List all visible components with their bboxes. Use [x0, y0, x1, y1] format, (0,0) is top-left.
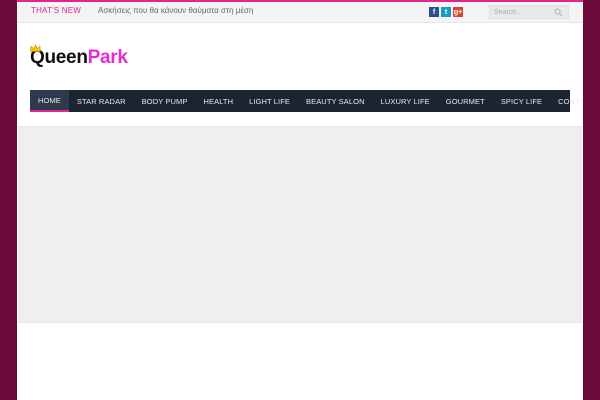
nav-item-spicy-life[interactable]: SPICY LIFE: [493, 90, 550, 112]
site-logo[interactable]: QueenPark: [30, 44, 128, 67]
whats-new-label: THAT'S NEW: [31, 6, 82, 15]
nav-item-home[interactable]: HOME: [30, 90, 69, 112]
twitter-icon[interactable]: t: [441, 7, 451, 17]
nav-item-body-pump[interactable]: BODY PUMP: [134, 90, 196, 112]
main-navigation: HOME STAR RADAR BODY PUMP HEALTH LIGHT L…: [30, 90, 583, 112]
nav-item-luxury-life[interactable]: LUXURY LIFE: [373, 90, 438, 112]
nav-item-health[interactable]: HEALTH: [195, 90, 241, 112]
google-plus-icon[interactable]: g+: [453, 7, 463, 17]
nav-item-gourmet[interactable]: GOURMET: [438, 90, 493, 112]
page-container: THAT'S NEW Ασκήσεις που θα κάνουν θαύματ…: [17, 0, 583, 400]
news-ticker-link[interactable]: Ασκήσεις που θα κάνουν θαύματα στη μέση: [98, 6, 253, 15]
nav-item-contact[interactable]: CONTACT: [550, 90, 583, 112]
top-bar: THAT'S NEW Ασκήσεις που θα κάνουν θαύματ…: [17, 2, 583, 23]
search-icon[interactable]: [554, 8, 563, 17]
facebook-icon[interactable]: f: [429, 7, 439, 17]
search-box: [489, 5, 569, 19]
site-header: QueenPark: [17, 23, 583, 90]
social-links: f t g+: [429, 7, 463, 17]
crown-icon: [30, 44, 41, 52]
logo-text-park: Park: [87, 47, 128, 68]
nav-item-light-life[interactable]: LIGHT LIFE: [241, 90, 298, 112]
logo-text: QueenPark: [30, 48, 128, 67]
nav-item-beauty-salon[interactable]: BEAUTY SALON: [298, 90, 373, 112]
nav-item-star-radar[interactable]: STAR RADAR: [69, 90, 134, 112]
featured-banner-area: [18, 127, 582, 323]
search-input[interactable]: [494, 7, 556, 18]
